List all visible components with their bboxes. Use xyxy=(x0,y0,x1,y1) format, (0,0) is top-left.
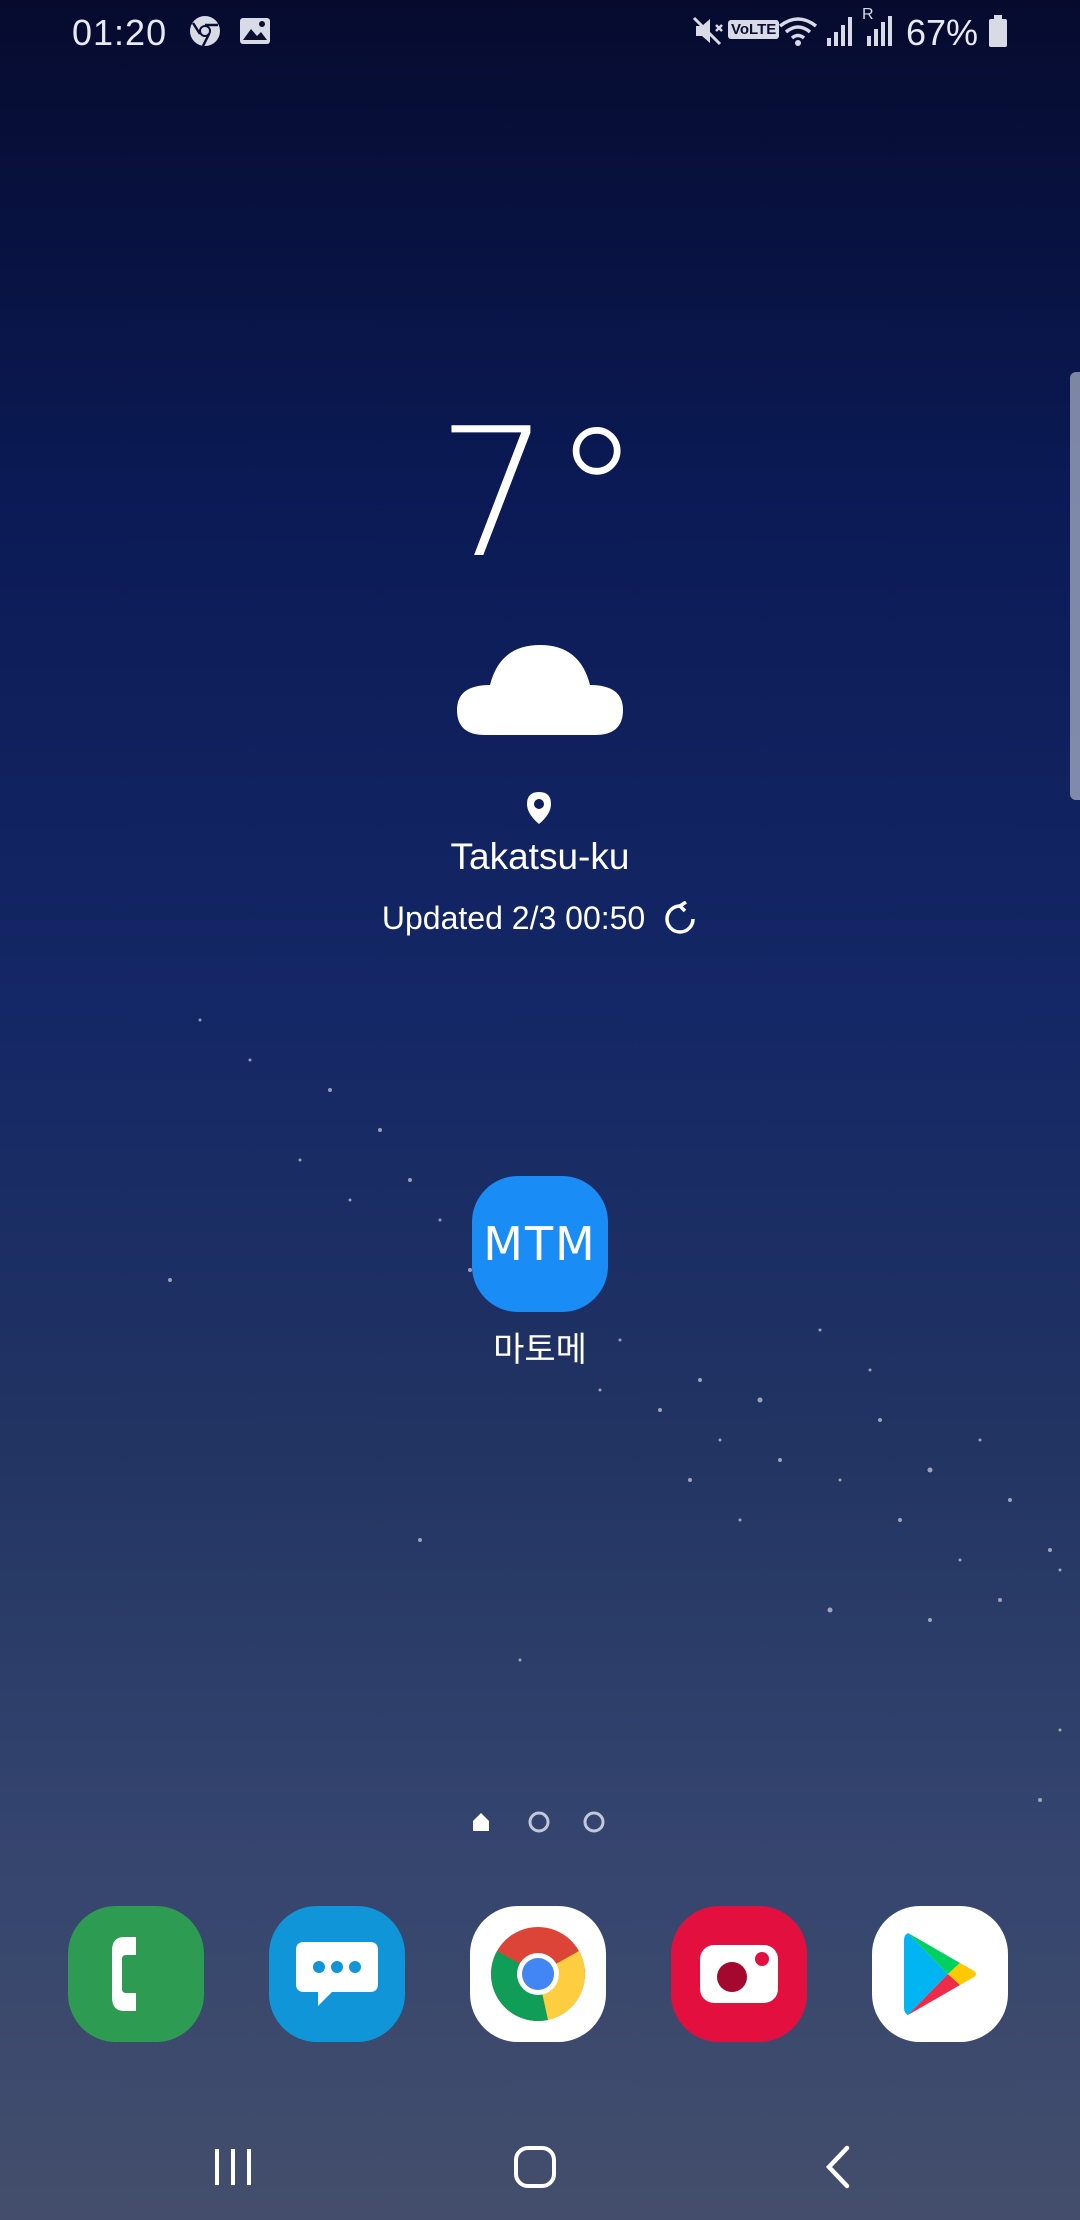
chrome-icon xyxy=(188,14,222,57)
volte-icon: VoLTE xyxy=(728,20,780,39)
mtm-app-icon[interactable]: MTM xyxy=(472,1176,608,1312)
weather-updated-row: Updated 2/3 00:50 xyxy=(0,900,1080,945)
roaming-indicator: R xyxy=(862,6,874,23)
weather-updated-text: Updated 2/3 00:50 xyxy=(381,900,646,936)
page-dot[interactable] xyxy=(528,1811,550,1833)
refresh-icon[interactable] xyxy=(662,900,698,945)
messages-app-icon[interactable] xyxy=(269,1906,405,2042)
chrome-app-icon[interactable] xyxy=(470,1906,606,2042)
play-store-app-icon[interactable] xyxy=(872,1906,1008,2042)
wifi-icon xyxy=(778,14,818,57)
cloud-icon xyxy=(455,640,625,745)
back-button[interactable] xyxy=(798,2132,878,2202)
recent-apps-button[interactable] xyxy=(193,2132,273,2202)
signal-icon xyxy=(826,14,854,57)
weather-temperature: 7° xyxy=(436,390,644,597)
battery-icon xyxy=(988,14,1008,57)
weather-location: Takatsu-ku xyxy=(450,836,630,877)
location-pin-icon xyxy=(524,790,554,831)
home-button[interactable] xyxy=(495,2132,575,2202)
page-indicator xyxy=(470,1809,610,1840)
roaming-signal-icon: R xyxy=(862,6,894,57)
navigation-bar xyxy=(0,2110,1080,2220)
app-shortcut-matome[interactable]: MTM 마토메 xyxy=(460,1176,620,1371)
status-bar: 01:20 VoLTE R 67% xyxy=(0,0,1080,66)
page-dot[interactable] xyxy=(583,1811,605,1833)
app-label: 마토메 xyxy=(493,1330,587,1370)
battery-percentage: 67% xyxy=(906,12,979,53)
camera-app-icon[interactable] xyxy=(671,1906,807,2042)
vibrate-mute-icon xyxy=(690,14,726,57)
status-time: 01:20 xyxy=(72,12,168,53)
home-page-dot[interactable] xyxy=(473,1813,489,1831)
home-screen: 01:20 VoLTE R 67% 7° Takatsu-ku Updated … xyxy=(0,0,1080,2220)
gallery-icon xyxy=(238,14,272,56)
phone-app-icon[interactable] xyxy=(68,1906,204,2042)
wallpaper-stars xyxy=(168,1018,1062,1802)
